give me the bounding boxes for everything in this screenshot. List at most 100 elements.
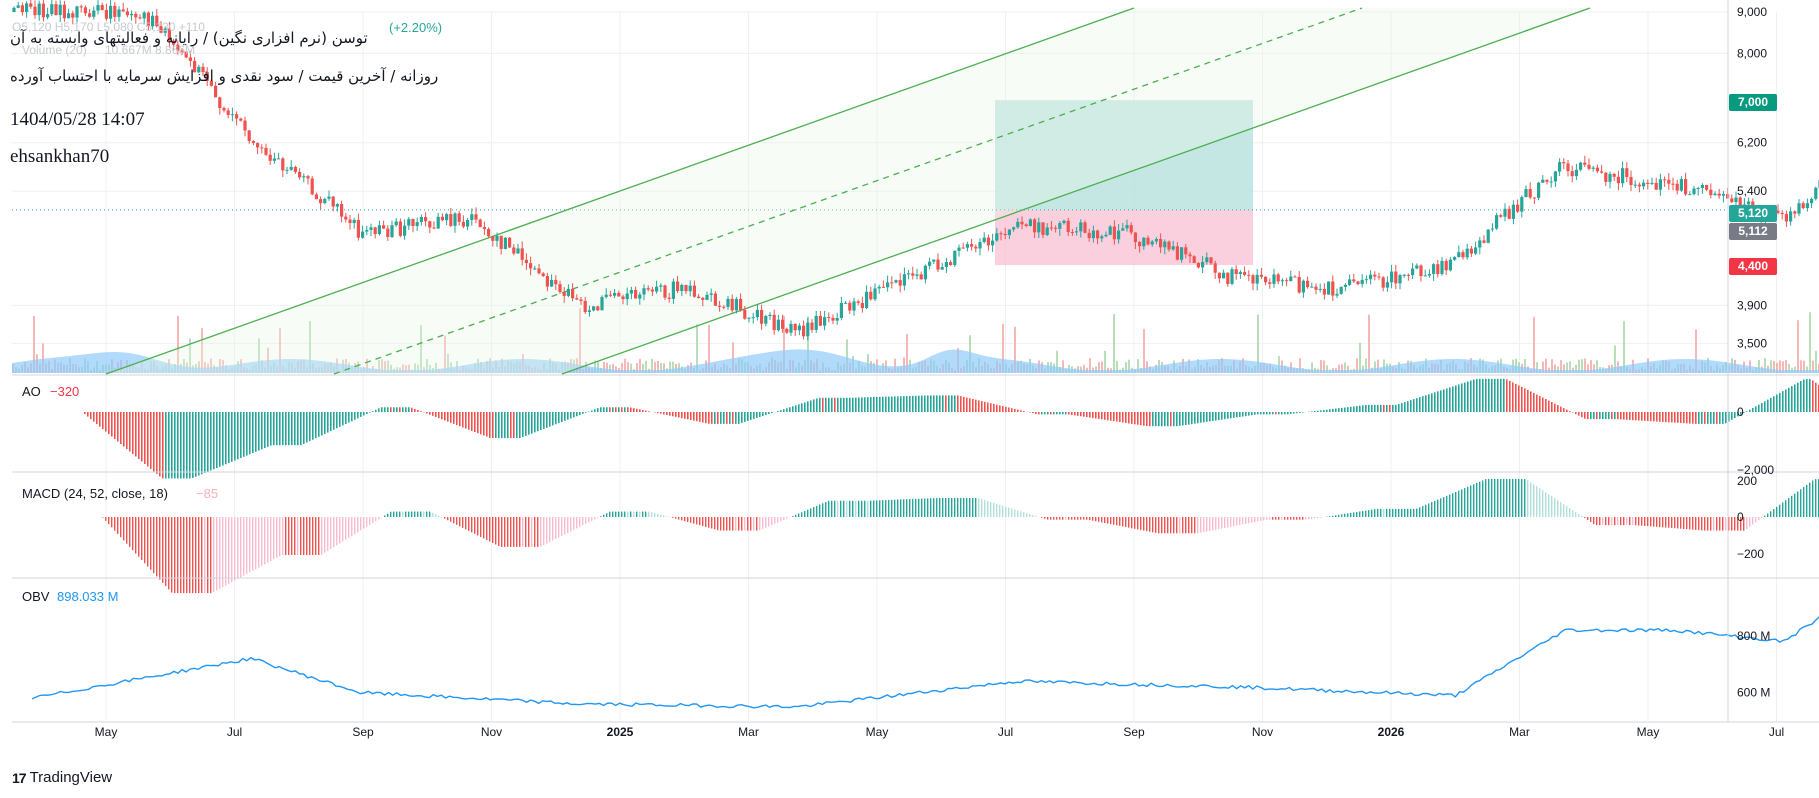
macd-bar [546,517,548,544]
ao-bar [360,412,362,417]
candle-body [340,204,344,217]
ao-bar [1293,412,1295,414]
macd-bar [1275,517,1277,520]
candle-body [289,166,293,170]
ao-bar [1263,412,1265,415]
macd-bar [1134,517,1136,529]
ao-bar [1008,407,1010,412]
ao-bar [1251,412,1253,416]
candle-body [550,279,554,287]
macd-bar [1653,517,1655,527]
candle-body [495,235,499,241]
macd-bar [1806,484,1808,517]
ao-bar [1404,402,1406,412]
ao-bar [1788,387,1790,412]
ao-bar [1800,381,1802,412]
ao-bar [756,412,758,419]
macd-bar [957,497,959,517]
macd-bar [1767,513,1769,517]
candle-body [1705,184,1709,190]
candle-body [1369,274,1373,280]
ao-bar [1116,412,1118,422]
macd-bar [1116,517,1118,526]
macd-bar [312,517,314,556]
macd-bar [1188,517,1190,534]
macd-bar [924,498,926,517]
candle-body [88,13,92,17]
macd-bar [1470,485,1472,517]
ao-bar [465,412,467,429]
macd-bar [1212,517,1214,531]
ao-bar [96,412,98,425]
ao-bar [1431,393,1433,412]
ao-bar [1476,378,1478,412]
ao-bar [1233,412,1235,418]
ao-bar [954,395,956,412]
ao-tick-label: 0 [1737,405,1744,419]
candle-body [251,141,255,144]
ao-bar [1443,389,1445,412]
macd-bar [1467,486,1469,517]
macd-bar [861,500,863,517]
ao-bar [1674,412,1676,423]
macd-bar [1041,517,1043,518]
macd-bar [1602,517,1604,526]
ao-bar [1290,412,1292,414]
macd-bar [180,517,182,594]
macd-bar [279,517,281,557]
ao-bar [264,412,266,449]
macd-bar [498,517,500,547]
ao-bar [492,412,494,439]
candle-body [646,288,650,290]
ao-bar [1419,397,1421,412]
macd-bar [786,517,788,519]
ao-bar [1746,411,1748,412]
candle-body [1402,274,1406,276]
candle-body [634,289,638,299]
macd-bar [135,517,137,554]
ao-bar [1668,412,1670,423]
candle-body [1054,227,1058,229]
candle-body [1516,204,1520,212]
candle-body [1196,262,1200,268]
macd-bar [1500,478,1502,517]
macd-bar [1611,517,1613,526]
ao-bar [555,412,557,425]
ao-bar [261,412,263,450]
candle-body [562,291,566,296]
macd-bar [1317,517,1319,519]
ao-bar [933,395,935,412]
macd-bar [186,517,188,594]
chart-canvas[interactable]: 9,0008,0006,2005,4003,9003,5000−2,000200… [0,0,1819,798]
ao-bar [1578,412,1580,416]
candle-body [1272,274,1276,284]
ao-bar [150,412,152,469]
ao-bar [1254,412,1256,415]
ao-bar [1206,412,1208,422]
ao-bar [312,412,314,440]
price-tick-label: 3,900 [1737,298,1767,312]
ao-bar [1329,409,1331,412]
candle-body [1188,254,1192,257]
ao-bar [834,397,836,412]
macd-bar [819,504,821,517]
ao-bar [1488,378,1490,412]
ao-bar [1512,382,1514,412]
ao-bar [294,412,296,446]
candle-body [37,3,41,16]
ao-bar [324,412,326,434]
macd-bar [732,517,734,531]
macd-bar [1515,478,1517,517]
candle-body [755,309,759,318]
macd-bar [519,517,521,547]
candle-body [1306,280,1310,288]
tradingview-logo[interactable]: 17 TradingView [12,769,112,786]
macd-bar [867,500,869,517]
ao-bar [522,412,524,438]
candle-body [974,246,978,249]
candle-body [331,196,335,207]
macd-bar [1083,517,1085,520]
ao-bar [1692,412,1694,424]
candle-body [1184,247,1188,255]
ao-bar [228,412,230,464]
